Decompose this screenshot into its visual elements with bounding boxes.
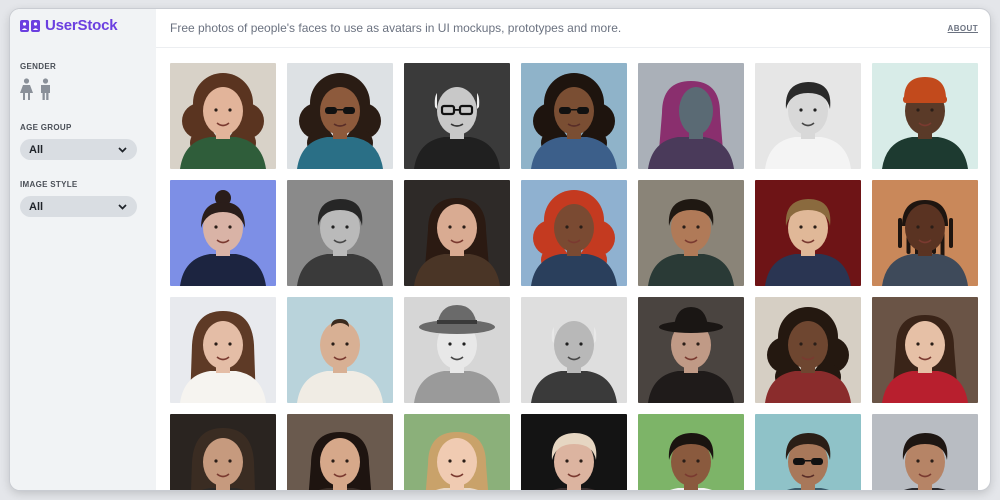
portrait-graphic: [638, 63, 744, 169]
avatar-photo[interactable]: [170, 414, 276, 490]
image-style-value: All: [29, 200, 44, 213]
avatar-photo[interactable]: [287, 63, 393, 169]
avatar-photo[interactable]: [404, 297, 510, 403]
portrait-graphic: [170, 180, 276, 286]
portrait-graphic: [638, 180, 744, 286]
portrait-graphic: [404, 63, 510, 169]
avatar-photo[interactable]: [638, 414, 744, 490]
portrait-graphic: [287, 414, 393, 490]
female-icon[interactable]: [19, 78, 34, 101]
avatar-photo[interactable]: [638, 180, 744, 286]
avatar-photo[interactable]: [638, 297, 744, 403]
avatar-photo[interactable]: [287, 414, 393, 490]
avatar-photo[interactable]: [404, 180, 510, 286]
portrait-graphic: [872, 414, 978, 490]
avatar-photo[interactable]: [404, 414, 510, 490]
portrait-graphic: [638, 297, 744, 403]
app-window: UserStock GENDER AGE GROUP All IMAGE STY…: [10, 9, 990, 490]
portrait-graphic: [755, 63, 861, 169]
photo-grid: [170, 63, 978, 490]
app-name: UserStock: [45, 17, 118, 34]
avatar-photo[interactable]: [287, 180, 393, 286]
portrait-graphic: [170, 414, 276, 490]
portrait-graphic: [170, 297, 276, 403]
portrait-graphic: [755, 297, 861, 403]
age-group-value: All: [29, 143, 44, 156]
male-icon[interactable]: [38, 78, 53, 101]
avatar-photo[interactable]: [170, 63, 276, 169]
portrait-graphic: [638, 414, 744, 490]
portrait-graphic: [287, 63, 393, 169]
avatar-photo[interactable]: [287, 297, 393, 403]
avatar-photo[interactable]: [872, 180, 978, 286]
avatar-photo[interactable]: [872, 63, 978, 169]
avatar-photo[interactable]: [521, 297, 627, 403]
portrait-graphic: [872, 297, 978, 403]
image-style-label: IMAGE STYLE: [20, 180, 78, 189]
chevron-down-icon: [118, 146, 127, 153]
avatar-photo[interactable]: [755, 63, 861, 169]
avatar-photo[interactable]: [755, 180, 861, 286]
portrait-graphic: [404, 180, 510, 286]
top-bar: Free photos of people's faces to use as …: [156, 9, 990, 48]
portrait-graphic: [755, 414, 861, 490]
chevron-down-icon: [118, 203, 127, 210]
age-group-label: AGE GROUP: [20, 123, 72, 132]
avatar-photo[interactable]: [638, 63, 744, 169]
image-style-select[interactable]: All: [20, 196, 137, 217]
age-group-select[interactable]: All: [20, 139, 137, 160]
portrait-graphic: [404, 297, 510, 403]
avatar-photo[interactable]: [170, 180, 276, 286]
portrait-graphic: [755, 180, 861, 286]
portrait-graphic: [521, 180, 627, 286]
avatar-photo[interactable]: [521, 414, 627, 490]
gender-filter: [19, 78, 53, 101]
logo-icon: [20, 19, 40, 32]
portrait-graphic: [521, 297, 627, 403]
portrait-graphic: [872, 63, 978, 169]
sidebar: UserStock GENDER AGE GROUP All IMAGE STY…: [10, 9, 156, 490]
logo[interactable]: UserStock: [20, 17, 118, 34]
avatar-photo[interactable]: [872, 414, 978, 490]
tagline: Free photos of people's faces to use as …: [170, 21, 622, 35]
avatar-photo[interactable]: [872, 297, 978, 403]
portrait-graphic: [521, 414, 627, 490]
portrait-graphic: [521, 63, 627, 169]
portrait-graphic: [170, 63, 276, 169]
avatar-photo[interactable]: [521, 180, 627, 286]
portrait-graphic: [287, 180, 393, 286]
avatar-photo[interactable]: [755, 414, 861, 490]
portrait-graphic: [287, 297, 393, 403]
portrait-graphic: [872, 180, 978, 286]
gender-label: GENDER: [20, 62, 57, 71]
about-link[interactable]: ABOUT: [948, 24, 978, 33]
avatar-photo[interactable]: [755, 297, 861, 403]
avatar-photo[interactable]: [404, 63, 510, 169]
avatar-photo[interactable]: [521, 63, 627, 169]
portrait-graphic: [404, 414, 510, 490]
avatar-photo[interactable]: [170, 297, 276, 403]
